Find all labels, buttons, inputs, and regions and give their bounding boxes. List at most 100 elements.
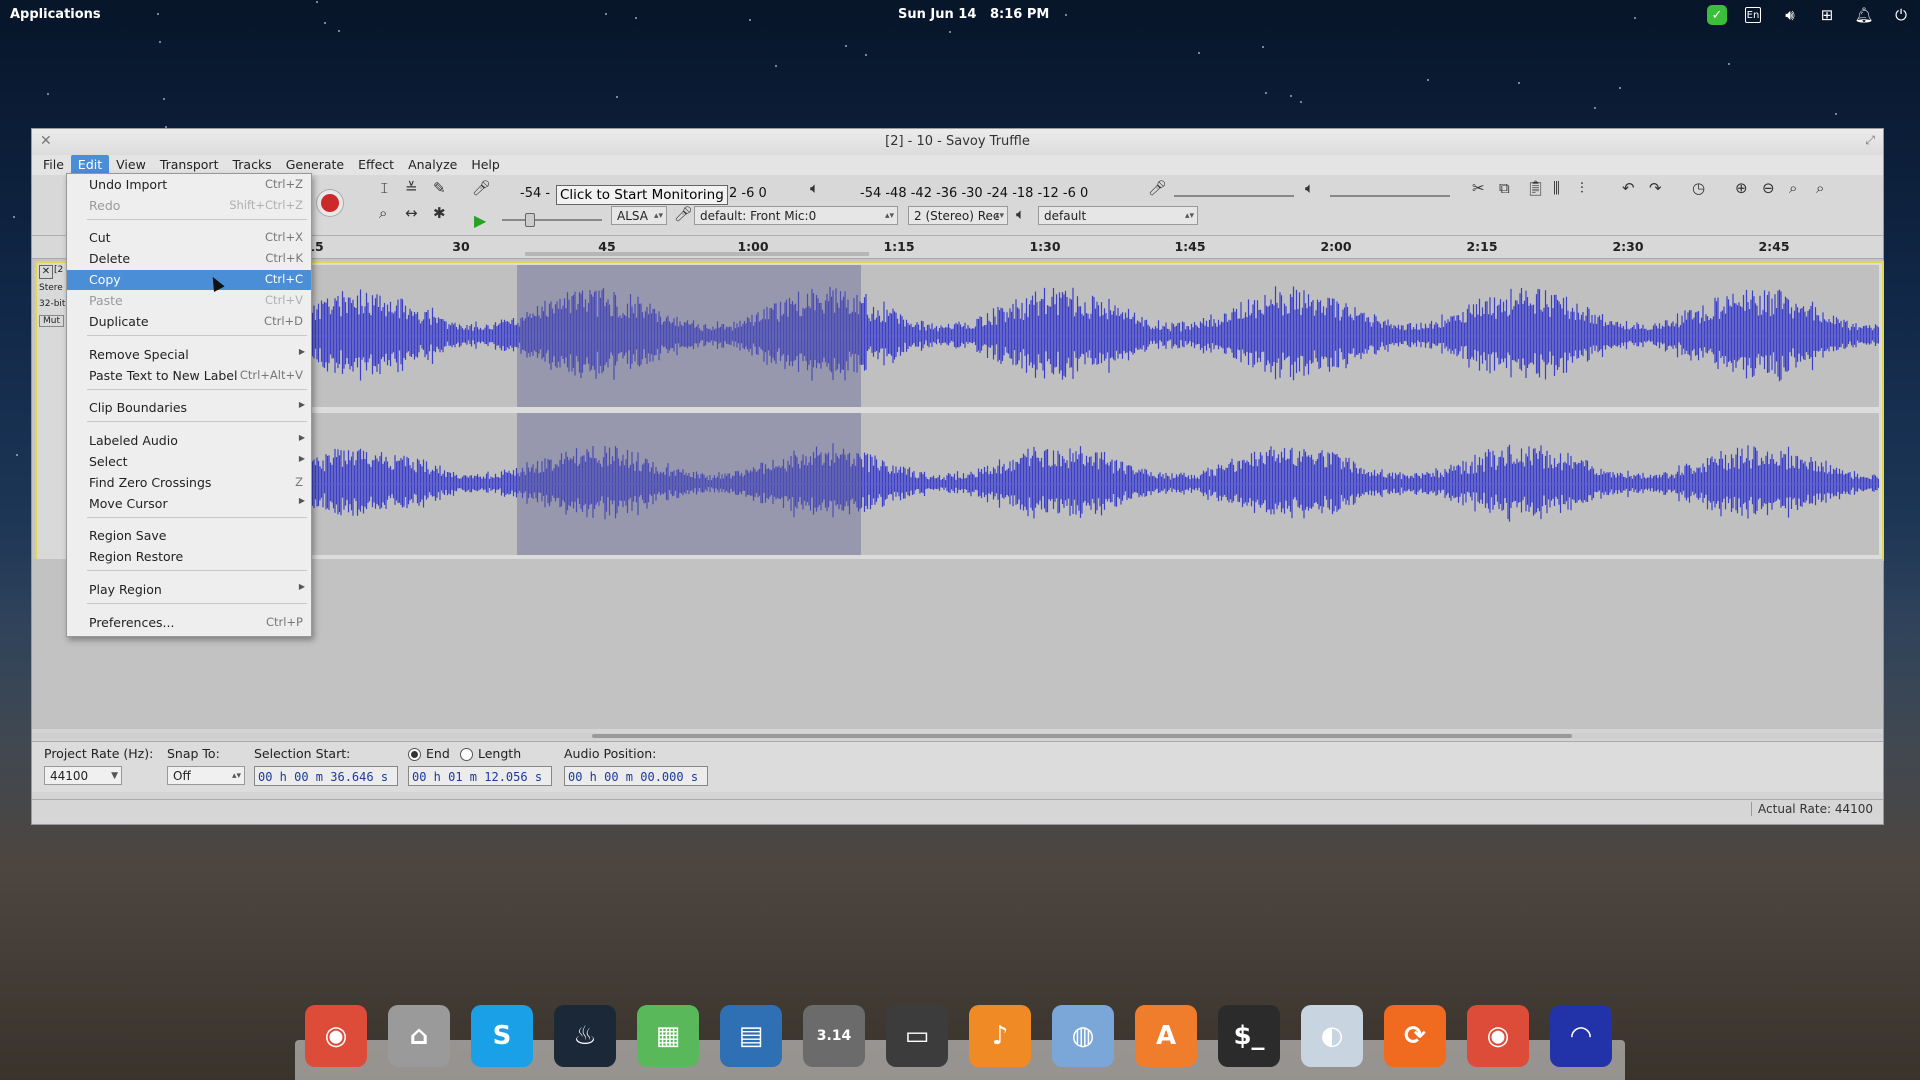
snap-to-select[interactable]: Off ▴▾ [167,766,245,785]
dock-switchboard-icon[interactable]: ◐ [1301,1005,1363,1067]
menu-item-clip-boundaries[interactable]: Clip Boundaries ▶ [67,398,311,418]
fit-project-icon[interactable]: ⌕ [1816,179,1824,197]
redo-icon[interactable]: ↷ [1649,179,1662,197]
menu-analyze[interactable]: Analyze [401,155,464,175]
dock-skype-icon[interactable]: S [471,1005,533,1067]
menu-item-select[interactable]: Select ▶ [67,452,311,472]
start-monitoring-button[interactable]: Click to Start Monitoring [556,185,728,205]
input-device-select[interactable]: default: Front Mic:0 ▴▾ [694,206,898,225]
trim-icon[interactable]: ⫼ [1553,179,1560,197]
dock-app-center-icon[interactable]: A [1135,1005,1197,1067]
dock-document-viewer-icon[interactable]: ▤ [720,1005,782,1067]
dock-calendar-icon[interactable]: ▦ [637,1005,699,1067]
paste-icon[interactable]: 📋︎ [1526,179,1545,197]
dock-steam-icon[interactable]: ♨ [554,1005,616,1067]
track-close-icon[interactable]: ✕ [39,265,53,279]
menu-transport[interactable]: Transport [153,155,226,175]
menu-item-redo[interactable]: Redo Shift+Ctrl+Z [67,196,311,216]
menu-item-duplicate[interactable]: Duplicate Ctrl+D [67,312,311,332]
menu-item-region-restore[interactable]: Region Restore [67,547,311,567]
selection-start-field[interactable]: 00 h 00 m 36.646 s [254,766,398,786]
multi-tool-icon[interactable]: ✱ [433,204,446,222]
waveform-left-channel[interactable] [305,265,1879,407]
clock[interactable]: Sun Jun 14 8:16 PM [898,7,1049,22]
zoom-tool-icon[interactable]: ⌕ [379,204,387,222]
length-radio[interactable] [460,748,473,761]
fit-selection-icon[interactable]: ⌕ [1789,179,1797,197]
envelope-tool-icon[interactable]: ≚ [405,179,418,197]
playback-meter-icon[interactable]: 🔈︎ [810,179,819,197]
dock-chrome-2-icon[interactable]: ◉ [1467,1005,1529,1067]
project-rate-select[interactable]: 44100 ▼ [44,766,122,785]
cut-icon[interactable]: ✂ [1472,179,1485,197]
record-meter-scale[interactable]: -54 - [520,186,550,201]
menu-view[interactable]: View [109,155,153,175]
dock-updater-icon[interactable]: ⟳ [1384,1005,1446,1067]
maximize-icon[interactable]: ⤢ [1865,133,1875,148]
menu-tracks[interactable]: Tracks [225,155,278,175]
selection-end-field[interactable]: 00 h 01 m 12.056 s [408,766,552,786]
speed-slider[interactable] [502,219,602,221]
menu-item-play-region[interactable]: Play Region ▶ [67,580,311,600]
sync-lock-icon[interactable]: ◷ [1692,179,1705,197]
menu-item-region-save[interactable]: Region Save [67,526,311,546]
check-icon[interactable]: ✓ [1707,5,1727,25]
zoom-in-icon[interactable]: ⊕ [1735,179,1748,197]
menu-item-delete[interactable]: Delete Ctrl+K [67,249,311,269]
menu-item-move-cursor[interactable]: Move Cursor ▶ [67,494,311,514]
end-radio[interactable] [408,748,421,761]
menu-file[interactable]: File [36,155,71,175]
silence-icon[interactable]: ⫶ [1580,179,1584,197]
menu-effect[interactable]: Effect [351,155,401,175]
title-bar[interactable]: ✕ [2] - 10 - Savoy Truffle ⤢ [32,129,1883,155]
dock-screenshot-icon[interactable]: ▭ [886,1005,948,1067]
speed-slider-thumb[interactable] [525,213,535,227]
record-button[interactable] [321,194,339,212]
record-volume-slider[interactable] [1174,195,1294,197]
menu-item-remove-special[interactable]: Remove Special ▶ [67,345,311,365]
dock-audacity-icon[interactable]: ◠ [1550,1005,1612,1067]
copy-icon[interactable]: ⧉ [1499,179,1510,197]
menu-item-undo-import[interactable]: Undo Import Ctrl+Z [67,175,311,195]
menu-generate[interactable]: Generate [279,155,351,175]
volume-icon[interactable]: 🔊︎ [1779,4,1801,26]
notifications-icon[interactable]: 🔔︎ [1853,4,1875,26]
power-icon[interactable]: ⏻ [1890,4,1912,26]
menu-item-preferences[interactable]: Preferences... Ctrl+P [67,613,311,633]
menu-item-paste[interactable]: Paste Ctrl+V [67,291,311,311]
waveform-right-channel[interactable] [305,413,1879,555]
zoom-out-icon[interactable]: ⊖ [1762,179,1775,197]
dock-music-icon[interactable]: ♪ [969,1005,1031,1067]
playback-meter-scale[interactable]: -54 -48 -42 -36 -30 -24 -18 -12 -6 0 [860,186,1088,201]
scrollbar-thumb[interactable] [592,734,1572,738]
track-name[interactable]: [2 [54,265,63,275]
keyboard-layout-indicator[interactable]: En [1742,4,1764,26]
dock-calculator-icon[interactable]: 3.14 [803,1005,865,1067]
playback-volume-slider[interactable] [1330,195,1450,197]
menu-item-paste-text-to-new-label[interactable]: Paste Text to New Label Ctrl+Alt+V [67,366,311,386]
record-meter-icon[interactable]: 🎤︎ [472,179,491,197]
menu-item-find-zero-crossings[interactable]: Find Zero Crossings Z [67,473,311,493]
applications-menu[interactable]: Applications [10,7,101,22]
horizontal-scrollbar[interactable] [32,733,1883,739]
mute-button[interactable]: Mut [39,315,64,327]
dock-files-icon[interactable]: ⌂ [388,1005,450,1067]
menu-item-labeled-audio[interactable]: Labeled Audio ▶ [67,431,311,451]
play-at-speed-icon[interactable]: ▶ [474,211,486,230]
network-icon[interactable]: ⊞ [1816,4,1838,26]
audio-track[interactable]: ✕ [2 Stere 32-bit Mut [35,261,1884,561]
timeshift-tool-icon[interactable]: ↔ [405,204,418,222]
menu-item-copy[interactable]: Copy Ctrl+C [67,270,311,290]
output-device-select[interactable]: default ▴▾ [1038,206,1198,225]
menu-help[interactable]: Help [464,155,507,175]
menu-item-cut[interactable]: Cut Ctrl+X [67,228,311,248]
channels-select[interactable]: 2 (Stereo) Rec ▴▾ [908,206,1008,225]
dock-chrome-icon[interactable]: ◉ [305,1005,367,1067]
audio-position-field[interactable]: 00 h 00 m 00.000 s [564,766,708,786]
menu-edit[interactable]: Edit [70,155,110,175]
dock-photos-icon[interactable]: ◍ [1052,1005,1114,1067]
dock-terminal-icon[interactable]: $_ [1218,1005,1280,1067]
draw-tool-icon[interactable]: ✎ [433,179,446,197]
audio-host-select[interactable]: ALSA ▴▾ [611,206,667,225]
selection-tool-icon[interactable]: 𝙸 [379,179,390,197]
